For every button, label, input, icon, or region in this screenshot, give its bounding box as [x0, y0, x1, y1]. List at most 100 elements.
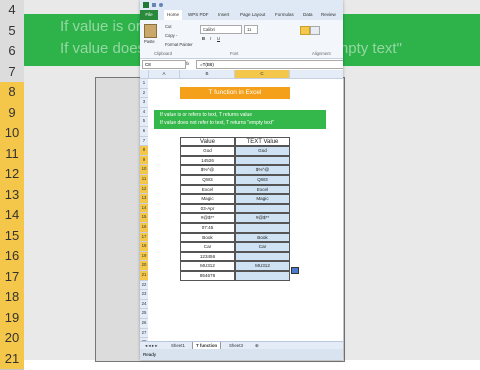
value-cell[interactable]: Book: [180, 233, 235, 243]
paste-icon[interactable]: [144, 24, 157, 38]
row-header[interactable]: 14: [140, 204, 148, 214]
background-row-number: 15: [0, 226, 24, 248]
row-header[interactable]: 25: [140, 309, 148, 319]
italic-button[interactable]: I: [210, 36, 211, 41]
text-value-cell[interactable]: God: [235, 146, 290, 156]
excel-window: File Home WPS PDF Insert Page Layout For…: [140, 0, 343, 360]
text-value-cell[interactable]: [235, 204, 290, 214]
fx-icon[interactable]: fx: [186, 61, 189, 66]
row-header[interactable]: 5: [140, 117, 148, 127]
row-header[interactable]: 13: [140, 194, 148, 204]
underline-button[interactable]: U: [217, 36, 220, 41]
select-all-corner[interactable]: [140, 70, 149, 79]
row-header[interactable]: 8: [140, 146, 148, 156]
row-header[interactable]: 16: [140, 223, 148, 233]
background-row-number: 4: [0, 0, 24, 22]
align-right-icon[interactable]: [310, 26, 320, 35]
name-box[interactable]: C8: [142, 60, 186, 69]
text-value-cell[interactable]: #@$**: [235, 213, 290, 223]
row-header[interactable]: 11: [140, 175, 148, 185]
value-cell[interactable]: Car: [180, 242, 235, 252]
column-header-c[interactable]: C: [235, 70, 290, 79]
row-header[interactable]: 23: [140, 290, 148, 300]
background-row-number: 8: [0, 82, 24, 104]
value-cell[interactable]: QW3: [180, 175, 235, 185]
tab-insert[interactable]: Insert: [218, 10, 229, 20]
row-header[interactable]: 9: [140, 156, 148, 166]
excel-logo-icon: [143, 2, 149, 8]
copy-button[interactable]: Copy -: [165, 33, 177, 38]
row-header[interactable]: 10: [140, 165, 148, 175]
text-value-cell[interactable]: QW3: [235, 175, 290, 185]
value-cell[interactable]: 07:45: [180, 223, 235, 233]
tab-data[interactable]: Data: [303, 10, 313, 20]
value-cell[interactable]: God: [180, 146, 235, 156]
text-value-cell[interactable]: MU312: [235, 261, 290, 271]
column-header-a[interactable]: A: [149, 70, 180, 79]
background-row-number: 20: [0, 328, 24, 350]
row-header[interactable]: 4: [140, 108, 148, 118]
value-cell[interactable]: 14526: [180, 156, 235, 166]
background-row-number: 17: [0, 267, 24, 289]
undo-icon[interactable]: [159, 3, 163, 7]
row-header[interactable]: 21: [140, 271, 148, 281]
tab-page-layout[interactable]: Page Layout: [240, 10, 265, 20]
value-cell[interactable]: #@$**: [180, 213, 235, 223]
row-header[interactable]: 17: [140, 233, 148, 243]
value-cell[interactable]: Magic: [180, 194, 235, 204]
tab-formulas[interactable]: Formulas: [275, 10, 294, 20]
row-header[interactable]: 15: [140, 213, 148, 223]
row-header[interactable]: 19: [140, 252, 148, 262]
row-header[interactable]: 26: [140, 319, 148, 329]
value-cell[interactable]: MU312: [180, 261, 235, 271]
file-tab[interactable]: File: [140, 10, 158, 20]
text-value-cell[interactable]: Magic: [235, 194, 290, 204]
header-text-value-cell[interactable]: TEXT Value: [235, 137, 290, 147]
status-bar: Ready: [140, 349, 343, 360]
text-value-cell[interactable]: [235, 223, 290, 233]
value-cell[interactable]: Excel: [180, 185, 235, 195]
row-header[interactable]: 1: [140, 79, 148, 89]
text-value-cell[interactable]: Excel: [235, 185, 290, 195]
paste-options-icon[interactable]: [291, 267, 299, 274]
row-header[interactable]: 18: [140, 242, 148, 252]
row-header[interactable]: 20: [140, 261, 148, 271]
row-header[interactable]: 7: [140, 137, 148, 147]
row-header[interactable]: 22: [140, 281, 148, 291]
cut-button[interactable]: Cut: [165, 24, 172, 29]
header-value-cell[interactable]: Value: [180, 137, 235, 147]
format-painter-button[interactable]: Format Painter: [165, 42, 193, 47]
tab-wps-pdf[interactable]: WPS PDF: [188, 10, 209, 20]
text-value-cell[interactable]: [235, 271, 290, 281]
tab-home[interactable]: Home: [164, 10, 182, 20]
row-header[interactable]: 3: [140, 98, 148, 108]
row-header[interactable]: 24: [140, 300, 148, 310]
font-name-select[interactable]: Calibri: [200, 25, 242, 34]
save-icon[interactable]: [152, 3, 156, 7]
background-row-number: 5: [0, 21, 24, 43]
text-value-cell[interactable]: Car: [235, 242, 290, 252]
bold-button[interactable]: B: [202, 36, 205, 41]
row-header[interactable]: 6: [140, 127, 148, 137]
background-row-number: 12: [0, 164, 24, 186]
font-size-select[interactable]: 11: [244, 25, 258, 34]
align-center-icon[interactable]: [300, 26, 310, 35]
value-cell[interactable]: 123456: [180, 252, 235, 262]
text-value-cell[interactable]: Book: [235, 233, 290, 243]
row-header[interactable]: 27: [140, 329, 148, 339]
row-header[interactable]: 2: [140, 89, 148, 99]
tab-review[interactable]: Review: [321, 10, 336, 20]
value-cell[interactable]: $%^@: [180, 165, 235, 175]
column-header-b[interactable]: B: [180, 70, 235, 79]
value-cell[interactable]: 03-Apr: [180, 204, 235, 214]
text-value-cell[interactable]: $%^@: [235, 165, 290, 175]
text-value-cell[interactable]: [235, 252, 290, 262]
paste-label: Paste: [144, 39, 155, 44]
text-value-cell[interactable]: [235, 156, 290, 166]
row-header[interactable]: 12: [140, 185, 148, 195]
column-header-d[interactable]: [290, 70, 343, 79]
background-row-number: 6: [0, 41, 24, 63]
formula-input[interactable]: =T(B8): [196, 60, 343, 69]
value-cell[interactable]: 854678: [180, 271, 235, 281]
ribbon: Paste Cut Copy - Format Painter Clipboar…: [140, 20, 343, 59]
